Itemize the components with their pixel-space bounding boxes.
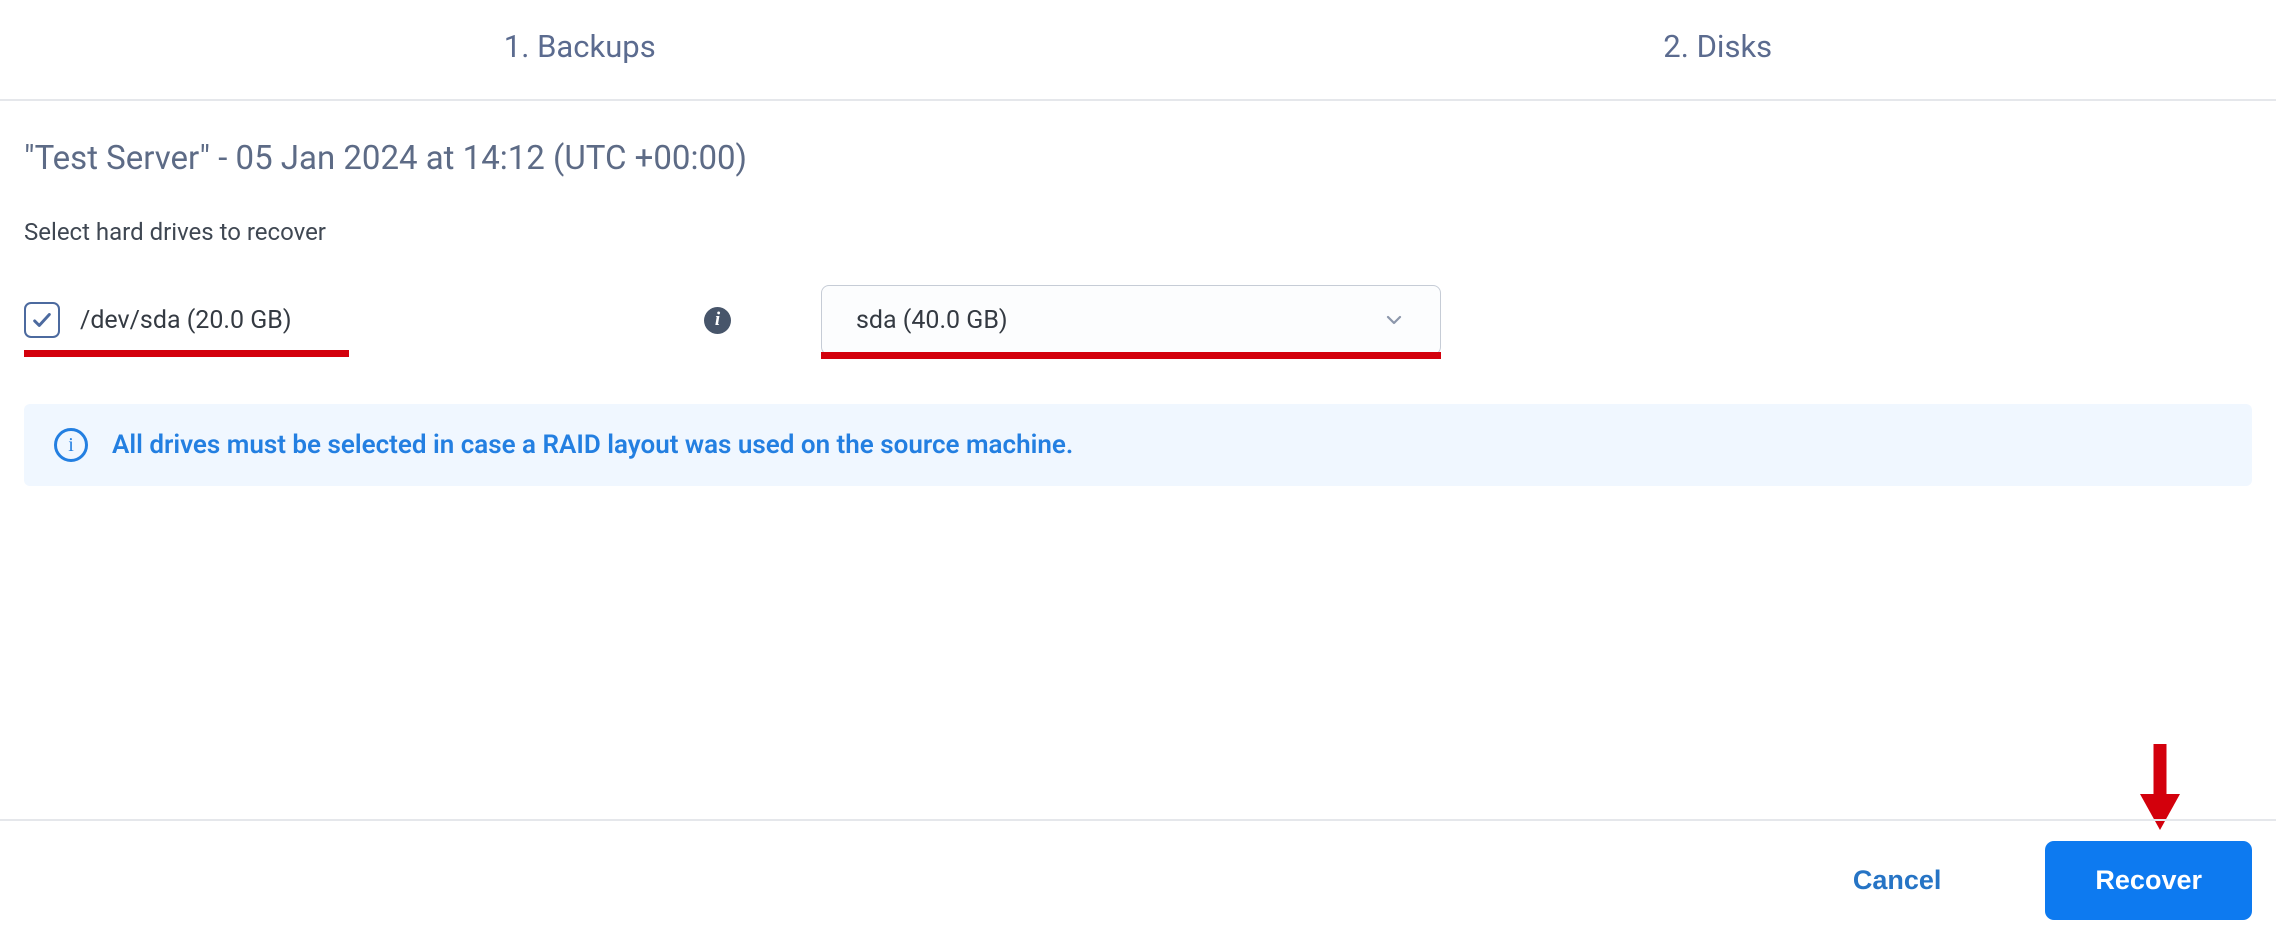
- recover-button[interactable]: Recover: [2045, 841, 2252, 920]
- step-backups[interactable]: 1. Backups: [504, 28, 656, 65]
- drive-source-group: /dev/sda (20.0 GB): [24, 302, 704, 338]
- info-icon[interactable]: i: [704, 307, 731, 334]
- info-banner: i All drives must be selected in case a …: [24, 404, 2252, 486]
- chevron-down-icon: [1382, 308, 1406, 332]
- target-disk-dropdown[interactable]: sda (40.0 GB): [821, 285, 1441, 355]
- footer-bar: Cancel Recover: [0, 819, 2276, 940]
- info-circle-icon: i: [54, 428, 88, 462]
- page-title: "Test Server" - 05 Jan 2024 at 14:12 (UT…: [24, 139, 2252, 178]
- section-label: Select hard drives to recover: [24, 218, 2252, 246]
- dropdown-value: sda (40.0 GB): [856, 306, 1008, 335]
- content-area: "Test Server" - 05 Jan 2024 at 14:12 (UT…: [0, 101, 2276, 486]
- info-banner-text: All drives must be selected in case a RA…: [112, 430, 1073, 460]
- annotation-underline-target: [821, 352, 1441, 359]
- step-disks[interactable]: 2. Disks: [1663, 28, 1772, 65]
- drive-label: /dev/sda (20.0 GB): [80, 306, 292, 335]
- drive-row: /dev/sda (20.0 GB) i sda (40.0 GB): [24, 284, 2252, 356]
- cancel-button[interactable]: Cancel: [1809, 841, 1986, 920]
- wizard-steps: 1. Backups 2. Disks: [0, 0, 2276, 101]
- drive-checkbox[interactable]: [24, 302, 60, 338]
- check-icon: [31, 309, 53, 331]
- annotation-underline-source: [24, 350, 349, 357]
